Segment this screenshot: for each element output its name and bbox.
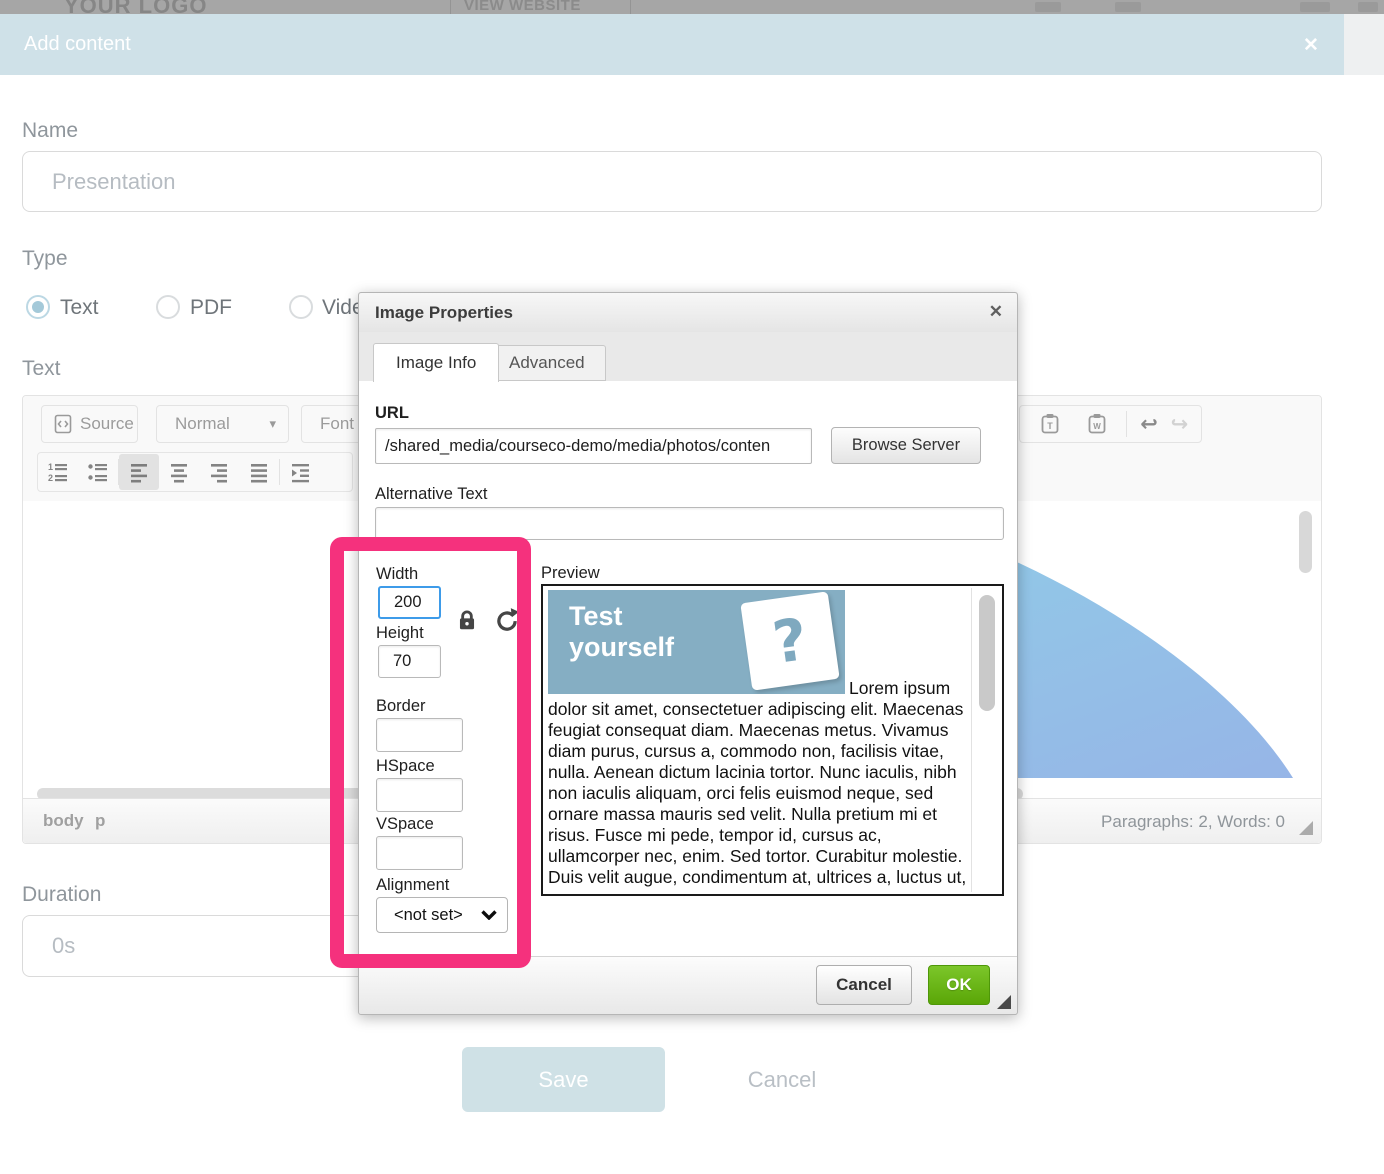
align-left-button[interactable] [119,454,159,490]
dialog-cancel-button[interactable]: Cancel [816,965,912,1005]
modal-title: Add content [24,14,131,75]
cancel-link[interactable]: Cancel [722,1047,842,1112]
element-path-p[interactable]: p [95,811,105,831]
divider [630,0,631,14]
align-right-button[interactable] [199,454,239,490]
paragraph-format-dropdown[interactable]: Normal ▾ [156,405,289,443]
alignment-label: Alignment [376,876,449,895]
question-mark-icon: ? [772,628,808,653]
url-input[interactable] [375,428,812,464]
preview-box: Test yourself ? Lorem ipsum dolor sit am… [541,584,1004,896]
preview-image-test-yourself: Test yourself ? [548,590,845,694]
chevron-down-icon: ▾ [269,416,276,432]
paragraph-format-value: Normal [175,414,230,434]
chevron-down-icon [481,910,497,920]
dialog-close-icon[interactable]: ✕ [989,302,1003,322]
alignment-value: <not set> [394,906,463,925]
paste-as-text-button[interactable]: T [1033,406,1067,442]
tab-image-info[interactable]: Image Info [373,343,499,382]
background-gap [1344,14,1384,75]
hspace-label: HSpace [376,757,435,776]
height-input[interactable] [378,645,441,678]
dialog-footer: Cancel OK [359,956,1017,1014]
list-align-group: 1 2 [37,452,353,492]
paste-text-icon: T [1038,412,1062,436]
reset-size-icon[interactable] [494,607,520,638]
preview-content: Test yourself ? Lorem ipsum dolor sit am… [548,590,972,890]
radio-text[interactable] [26,295,50,319]
type-label: Type [22,247,68,271]
dialog-tabstrip: Image Info Advanced [359,332,1017,382]
preview-scrollbar[interactable] [979,595,995,711]
undo-icon[interactable]: ↩ [1140,414,1158,435]
editor-vertical-scrollbar[interactable] [1299,511,1312,573]
preview-label: Preview [541,564,600,583]
background-logo: YOUR LOGO [64,0,207,14]
align-center-button[interactable] [159,454,199,490]
paste-from-word-button[interactable]: W [1080,406,1114,442]
radio-video[interactable] [289,295,313,319]
bullet-list-button[interactable] [78,454,118,490]
name-label: Name [22,119,78,143]
word-count: Paragraphs: 2, Words: 0 [1101,812,1285,832]
alignment-select[interactable]: <not set> [376,897,508,933]
name-input[interactable] [22,151,1322,212]
border-input[interactable] [376,718,463,752]
radio-pdf[interactable] [156,295,180,319]
text-section-label: Text [22,357,61,381]
background-page-header: YOUR LOGO VIEW WEBSITE [0,0,1384,14]
divider [1126,411,1127,437]
svg-text:W: W [1093,422,1101,431]
hspace-input[interactable] [376,778,463,812]
dialog-title-bar[interactable]: Image Properties ✕ [359,293,1017,333]
alt-text-label: Alternative Text [375,485,488,504]
background-nav-link: VIEW WEBSITE [464,0,581,14]
redo-icon[interactable]: ↪ [1171,414,1189,435]
dialog-title: Image Properties [375,293,513,332]
question-card: ? [740,591,839,690]
source-icon [54,414,72,434]
editor-resize-grip[interactable] [1299,821,1313,835]
radio-text-label[interactable]: Text [60,296,99,320]
dialog-resize-grip[interactable] [997,995,1011,1009]
close-icon[interactable]: ✕ [1303,34,1319,57]
lock-ratio-icon[interactable] [454,607,480,638]
divider [450,0,451,14]
modal-header: Add content ✕ [0,14,1344,75]
clipboard-undo-group: T W ↩ ↪ [1019,405,1202,443]
width-input[interactable] [378,586,441,619]
border-label: Border [376,697,426,716]
tab-advanced[interactable]: Advanced [488,345,606,381]
screen: YOUR LOGO VIEW WEBSITE Add content ✕ Nam… [0,0,1384,1174]
background-icon [1035,2,1061,12]
save-button[interactable]: Save [462,1047,665,1112]
background-icon [1300,2,1330,12]
source-button[interactable]: Source [41,405,138,443]
duration-label: Duration [22,883,101,907]
preview-lorem-text: Lorem ipsum dolor sit amet, consectetuer… [548,678,966,890]
image-properties-dialog: Image Properties ✕ Image Info Advanced U… [358,292,1018,1015]
alt-text-input[interactable] [375,507,1004,540]
align-justify-button[interactable] [239,454,279,490]
background-icon [1358,2,1378,12]
svg-text:T: T [1047,421,1053,431]
width-label: Width [376,565,418,584]
paste-word-icon: W [1085,412,1109,436]
radio-pdf-label[interactable]: PDF [190,296,232,320]
svg-text:2: 2 [48,473,53,483]
height-label: Height [376,624,424,643]
source-button-label: Source [80,414,134,434]
vspace-label: VSpace [376,815,434,834]
font-dropdown-label: Font [320,414,354,434]
ordered-list-button[interactable]: 1 2 [38,454,78,490]
vspace-input[interactable] [376,836,463,870]
url-label: URL [375,404,409,423]
preview-scroll-track [971,588,972,892]
element-path-body[interactable]: body [43,811,84,831]
indent-button[interactable] [280,454,320,490]
background-icon [1115,2,1141,12]
dialog-ok-button[interactable]: OK [928,965,990,1005]
svg-text:1: 1 [48,462,53,472]
browse-server-button[interactable]: Browse Server [831,427,981,464]
